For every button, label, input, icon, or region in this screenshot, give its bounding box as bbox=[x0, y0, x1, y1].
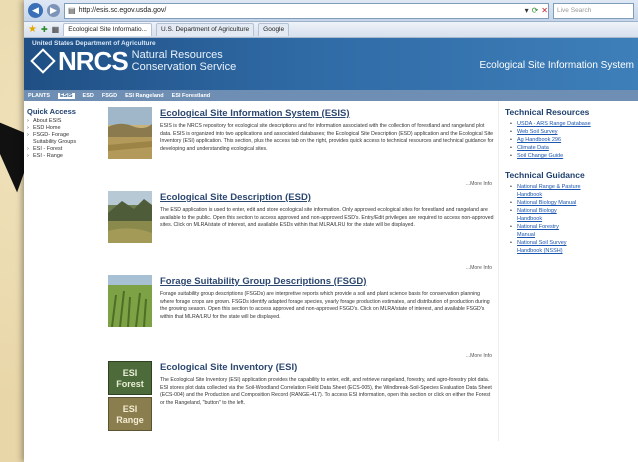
main-menu: PLANTS ESIS ESD FSGD ESI Rangeland ESI F… bbox=[24, 90, 638, 101]
search-input[interactable]: Live Search bbox=[553, 2, 634, 19]
address-toolbar: ◀ ▶ ▤ http://esis.sc.egov.usda.gov/ ▾ ⟳ … bbox=[24, 0, 638, 22]
menu-fsgd[interactable]: FSGD bbox=[102, 93, 117, 99]
tab-bar: ★ ✚ ▦ Ecological Site Informatio... U.S.… bbox=[24, 22, 638, 38]
section-title-fsgd[interactable]: Forage Suitability Group Descriptions (F… bbox=[160, 276, 494, 287]
link-soil-change-guide[interactable]: Soil Change Guide bbox=[505, 152, 638, 160]
logo-subtitle: Natural Resources Conservation Service bbox=[132, 49, 237, 73]
url-text: http://esis.sc.egov.usda.gov/ bbox=[78, 6, 167, 14]
more-info-esis-link[interactable]: ...More Info bbox=[466, 181, 492, 187]
tab-list-icon[interactable]: ▦ bbox=[52, 25, 60, 34]
link-biology-manual[interactable]: National Biology Manual bbox=[505, 199, 577, 207]
sidebar-item-esi-forest[interactable]: ESI - Forest bbox=[27, 146, 106, 153]
technical-guidance-list: National Range & Pasture Handbook Nation… bbox=[505, 183, 638, 255]
main-column: Ecological Site Information System (ESIS… bbox=[106, 101, 498, 441]
menu-esi-forestland[interactable]: ESI Forestland bbox=[172, 93, 211, 99]
section-title-esd[interactable]: Ecological Site Description (ESD) bbox=[160, 192, 494, 203]
esi-range-label: ESI Range bbox=[116, 404, 144, 425]
link-soil-survey-handbook[interactable]: National Soil Survey Handbook (NSSH) bbox=[505, 239, 577, 255]
site-banner: United States Department of Agriculture … bbox=[24, 38, 638, 90]
section-text-esi: The Ecological Site Inventory (ESI) appl… bbox=[160, 377, 492, 406]
page-content: Quick Access About ESIS ESD Home FSGD- F… bbox=[24, 101, 638, 441]
section-title-esi[interactable]: Ecological Site Inventory (ESI) bbox=[160, 362, 494, 373]
section-text-fsgd: Forage suitability group descriptions (F… bbox=[160, 291, 490, 320]
section-fsgd: Forage Suitability Group Descriptions (F… bbox=[106, 275, 498, 361]
dropdown-icon[interactable]: ▾ bbox=[525, 4, 529, 18]
technical-guidance-title: Technical Guidance bbox=[505, 170, 585, 180]
tab-usda[interactable]: U.S. Department of Agriculture bbox=[156, 23, 255, 36]
section-title-esis[interactable]: Ecological Site Information System (ESIS… bbox=[160, 108, 494, 119]
sidebar-item-about-esis[interactable]: About ESIS bbox=[27, 118, 106, 125]
esi-forest-button[interactable]: ESI Forest bbox=[108, 361, 152, 395]
more-info-esd-link[interactable]: ...More Info bbox=[466, 265, 492, 271]
refresh-icon[interactable]: ⟳ bbox=[532, 4, 539, 18]
esi-buttons: ESI Forest ESI Range bbox=[108, 361, 152, 441]
section-esi: ESI Forest ESI Range Ecological Site Inv… bbox=[106, 361, 498, 441]
back-button[interactable]: ◀ bbox=[28, 3, 43, 18]
menu-plants[interactable]: PLANTS bbox=[28, 93, 50, 99]
tab-esis[interactable]: Ecological Site Informatio... bbox=[63, 23, 152, 36]
favorites-star-icon[interactable]: ★ bbox=[28, 24, 37, 35]
right-column: Technical Resources USDA - ARS Range Dat… bbox=[498, 101, 638, 441]
logo-text: NRCS bbox=[58, 46, 129, 76]
forward-button[interactable]: ▶ bbox=[47, 4, 60, 17]
tab-google[interactable]: Google bbox=[258, 23, 290, 36]
esd-mountain-image bbox=[108, 191, 152, 243]
technical-resources-title: Technical Resources bbox=[505, 107, 590, 117]
link-climate-data[interactable]: Climate Data bbox=[505, 144, 638, 152]
sidebar-item-fsgd[interactable]: FSGD- Forage Suitability Groups bbox=[27, 132, 83, 146]
esi-range-button[interactable]: ESI Range bbox=[108, 397, 152, 431]
section-esis: Ecological Site Information System (ESIS… bbox=[106, 107, 498, 191]
esi-forest-label: ESI Forest bbox=[116, 368, 144, 389]
section-esd: Ecological Site Description (ESD) The ES… bbox=[106, 191, 498, 275]
quick-access-title: Quick Access bbox=[27, 107, 76, 116]
address-bar[interactable]: ▤ http://esis.sc.egov.usda.gov/ ▾ ⟳ ✕ bbox=[64, 2, 549, 19]
technical-resources-list: USDA - ARS Range Database Web Soil Surve… bbox=[505, 120, 638, 160]
section-text-esis: ESIS is the NRCS repository for ecologic… bbox=[160, 123, 494, 152]
nrcs-logo[interactable]: NRCS Natural Resources Conservation Serv… bbox=[30, 46, 237, 76]
fsgd-grass-image bbox=[108, 275, 152, 327]
link-biology-handbook[interactable]: National Biology Handbook bbox=[505, 207, 577, 223]
link-ars-range-database[interactable]: USDA - ARS Range Database bbox=[505, 120, 638, 128]
logo-line2: Conservation Service bbox=[131, 61, 237, 73]
browser-window: ◀ ▶ ▤ http://esis.sc.egov.usda.gov/ ▾ ⟳ … bbox=[24, 0, 638, 462]
menu-esis[interactable]: ESIS bbox=[58, 92, 75, 99]
add-favorite-icon[interactable]: ✚ bbox=[41, 25, 48, 34]
site-title: Ecological Site Information System bbox=[479, 60, 634, 71]
nrcs-logo-mark-icon bbox=[30, 48, 56, 74]
link-web-soil-survey[interactable]: Web Soil Survey bbox=[505, 128, 638, 136]
link-range-pasture-handbook[interactable]: National Range & Pasture Handbook bbox=[505, 183, 581, 199]
link-forestry-manual[interactable]: National Forestry Manual bbox=[505, 223, 577, 239]
page-icon: ▤ bbox=[68, 5, 76, 15]
quick-access-sidebar: Quick Access About ESIS ESD Home FSGD- F… bbox=[24, 101, 106, 441]
section-text-esd: The ESD application is used to enter, ed… bbox=[160, 207, 494, 228]
logo-line1: Natural Resources bbox=[131, 49, 223, 61]
menu-esi-rangeland[interactable]: ESI Rangeland bbox=[125, 93, 164, 99]
link-ag-handbook[interactable]: Ag Handbook 296 bbox=[505, 136, 638, 144]
sidebar-item-esd-home[interactable]: ESD Home bbox=[27, 125, 106, 132]
sidebar-item-esi-range[interactable]: ESI - Range bbox=[27, 153, 106, 160]
stop-icon[interactable]: ✕ bbox=[541, 4, 548, 18]
menu-esd[interactable]: ESD bbox=[83, 93, 94, 99]
esis-landscape-image bbox=[108, 107, 152, 159]
more-info-fsgd-link[interactable]: ...More Info bbox=[466, 353, 492, 359]
